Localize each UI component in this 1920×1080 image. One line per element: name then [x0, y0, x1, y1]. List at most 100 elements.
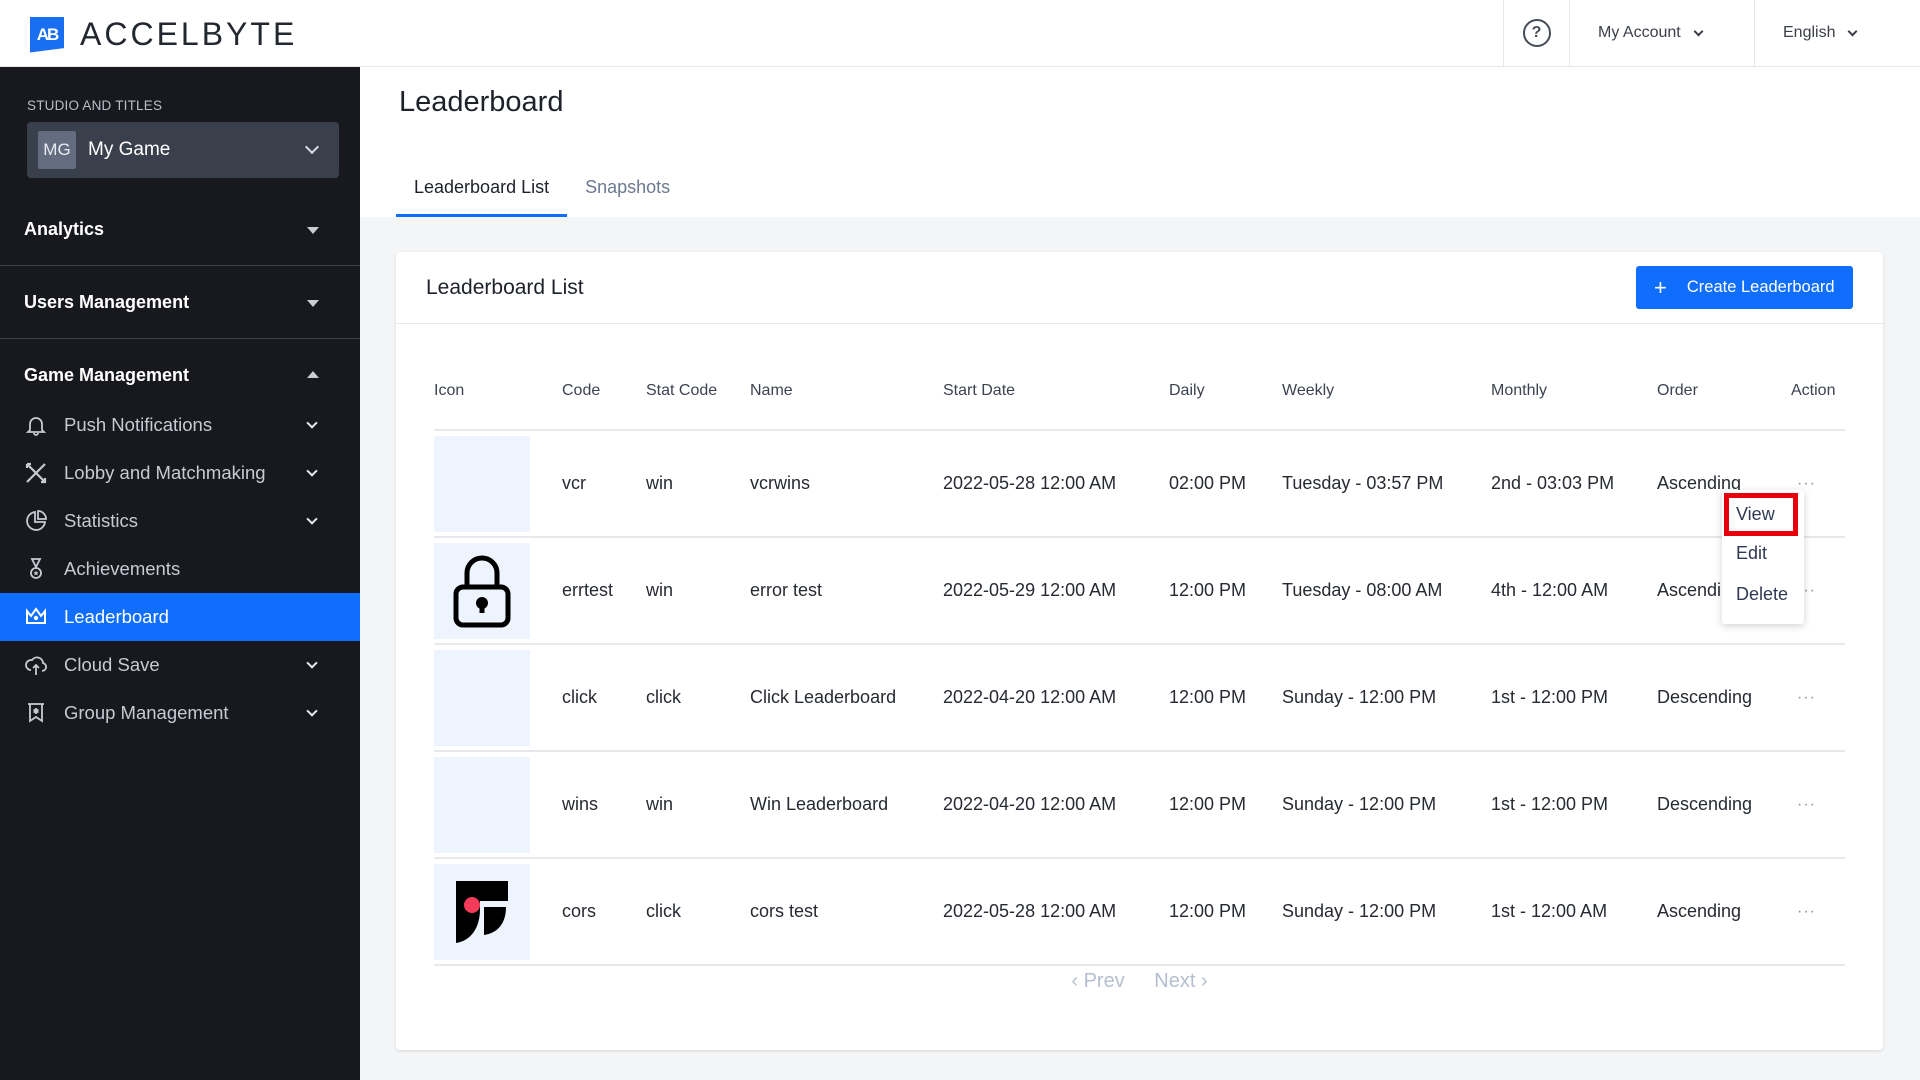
- column-header: Name: [750, 352, 943, 431]
- prev-page-button[interactable]: ‹ Prev: [1071, 970, 1124, 992]
- page-header: Leaderboard Leaderboard List Snapshots: [360, 67, 1920, 217]
- language-dropdown[interactable]: English: [1754, 0, 1920, 66]
- page-title: Leaderboard: [399, 86, 564, 118]
- sidebar-section-analytics[interactable]: Analytics: [0, 193, 360, 266]
- cloud-upload-icon: [24, 653, 48, 677]
- leaderboard-list-card: Leaderboard List + Create Leaderboard Ic…: [396, 252, 1883, 1050]
- sidebar: STUDIO AND TITLES MG My Game Analytics U…: [0, 67, 360, 1080]
- menu-item-edit[interactable]: Edit: [1736, 543, 1767, 564]
- studio-label: STUDIO AND TITLES: [27, 98, 163, 113]
- brand-logo[interactable]: AB ACCELBYTE: [30, 16, 297, 53]
- chevron-down-icon: [306, 465, 318, 477]
- column-header: Action: [1791, 352, 1845, 431]
- start-date-cell: 2022-04-20 12:00 AM: [943, 751, 1169, 859]
- start-date-cell: 2022-05-29 12:00 AM: [943, 537, 1169, 645]
- stat-code-cell: win: [646, 537, 750, 645]
- chevron-down-icon: [306, 513, 318, 525]
- code-cell: wins: [562, 751, 646, 859]
- next-page-button[interactable]: Next ›: [1154, 970, 1207, 992]
- table-row: vcr win vcrwins 2022-05-28 12:00 AM 02:00 PM…: [434, 430, 1845, 538]
- column-header: Daily: [1169, 352, 1282, 431]
- sidebar-item-push-notifications[interactable]: Push Notifications: [0, 401, 360, 449]
- column-header: Code: [562, 352, 646, 431]
- sidebar-section-users-management[interactable]: Users Management: [0, 266, 360, 339]
- more-actions-icon[interactable]: ···: [1791, 792, 1822, 818]
- weekly-cell: Sunday - 12:00 PM: [1282, 858, 1491, 966]
- column-header: Stat Code: [646, 352, 750, 431]
- sidebar-item-leaderboard[interactable]: Leaderboard: [0, 593, 360, 641]
- sidebar-item-cloud-save[interactable]: Cloud Save: [0, 641, 360, 689]
- row-action-menu: View Edit Delete: [1722, 490, 1804, 624]
- more-actions-icon[interactable]: ···: [1791, 685, 1822, 711]
- action-cell: ···: [1791, 644, 1845, 752]
- icon-cell: [434, 644, 562, 752]
- monthly-cell: 2nd - 03:03 PM: [1491, 430, 1657, 538]
- stat-code-cell: click: [646, 858, 750, 966]
- start-date-cell: 2022-05-28 12:00 AM: [943, 430, 1169, 538]
- column-header: Start Date: [943, 352, 1169, 431]
- game-avatar: MG: [38, 131, 76, 169]
- start-date-cell: 2022-05-28 12:00 AM: [943, 858, 1169, 966]
- help-button[interactable]: ?: [1503, 0, 1569, 66]
- tab-leaderboard-list[interactable]: Leaderboard List: [396, 167, 568, 217]
- daily-cell: 12:00 PM: [1169, 644, 1282, 752]
- table-row: wins win Win Leaderboard 2022-04-20 12:00 A…: [434, 751, 1845, 859]
- caret-up-icon: [307, 371, 319, 378]
- create-leaderboard-label: Create Leaderboard: [1686, 278, 1835, 296]
- table-row: click click Click Leaderboard 2022-04-20 12…: [434, 644, 1845, 752]
- name-cell: cors test: [750, 858, 943, 966]
- brand-mark-icon: AB: [30, 16, 64, 53]
- icon-placeholder: [434, 435, 530, 532]
- name-cell: Click Leaderboard: [750, 644, 943, 752]
- weekly-cell: Tuesday - 03:57 PM: [1282, 430, 1491, 538]
- sidebar-item-achievements[interactable]: Achievements: [0, 545, 360, 593]
- weekly-cell: Tuesday - 08:00 AM: [1282, 537, 1491, 645]
- weekly-cell: Sunday - 12:00 PM: [1282, 751, 1491, 859]
- more-actions-icon[interactable]: ···: [1791, 899, 1822, 925]
- stat-code-cell: win: [646, 430, 750, 538]
- sidebar-item-lobby-and-matchmaking[interactable]: Lobby and Matchmaking: [0, 449, 360, 497]
- action-cell: ···: [1791, 858, 1845, 966]
- monthly-cell: 4th - 12:00 AM: [1491, 537, 1657, 645]
- table-row: cors click cors test 2022-05-28 12:00 AM 12:…: [434, 858, 1845, 966]
- icon-placeholder: [434, 756, 530, 853]
- nav-label: Leaderboard: [64, 606, 169, 627]
- order-cell: Descending: [1657, 644, 1791, 752]
- sidebar-item-group-management[interactable]: Group Management: [0, 689, 360, 737]
- game-selector[interactable]: MG My Game: [27, 122, 339, 178]
- daily-cell: 02:00 PM: [1169, 430, 1282, 538]
- my-account-label: My Account: [1598, 24, 1681, 41]
- sidebar-item-statistics[interactable]: Statistics: [0, 497, 360, 545]
- column-header: Order: [1657, 352, 1791, 431]
- nav-label: Lobby and Matchmaking: [64, 462, 266, 483]
- column-header: Weekly: [1282, 352, 1491, 431]
- icon-cell: [434, 537, 562, 645]
- stat-code-cell: click: [646, 644, 750, 752]
- nav-label: Push Notifications: [64, 414, 213, 435]
- plus-icon: +: [1654, 274, 1667, 300]
- monthly-cell: 1st - 12:00 PM: [1491, 644, 1657, 752]
- leaderboard-table: Icon Code Stat Code Name Start Date Dail…: [434, 352, 1845, 966]
- create-leaderboard-button[interactable]: + Create Leaderboard: [1636, 266, 1853, 309]
- brand-name: ACCELBYTE: [80, 16, 298, 52]
- question-circle-icon: ?: [1522, 19, 1551, 47]
- card-title: Leaderboard List: [426, 275, 584, 299]
- section-label: Users Management: [24, 291, 190, 312]
- column-header: Monthly: [1491, 352, 1657, 431]
- daily-cell: 12:00 PM: [1169, 858, 1282, 966]
- menu-item-view[interactable]: View: [1724, 493, 1798, 536]
- nav-label: Group Management: [64, 702, 229, 723]
- my-account-dropdown[interactable]: My Account: [1569, 0, 1754, 66]
- tab-snapshots[interactable]: Snapshots: [567, 167, 688, 217]
- caret-down-icon: [307, 227, 319, 234]
- crossed-swords-icon: [24, 461, 48, 485]
- chevron-down-icon: [306, 705, 318, 717]
- chevron-down-icon: [306, 657, 318, 669]
- action-cell: ···: [1791, 751, 1845, 859]
- order-cell: Descending: [1657, 751, 1791, 859]
- monthly-cell: 1st - 12:00 AM: [1491, 858, 1657, 966]
- menu-item-delete[interactable]: Delete: [1736, 584, 1788, 605]
- group-banner-icon: [24, 701, 48, 725]
- lock-icon: [434, 542, 530, 639]
- daily-cell: 12:00 PM: [1169, 751, 1282, 859]
